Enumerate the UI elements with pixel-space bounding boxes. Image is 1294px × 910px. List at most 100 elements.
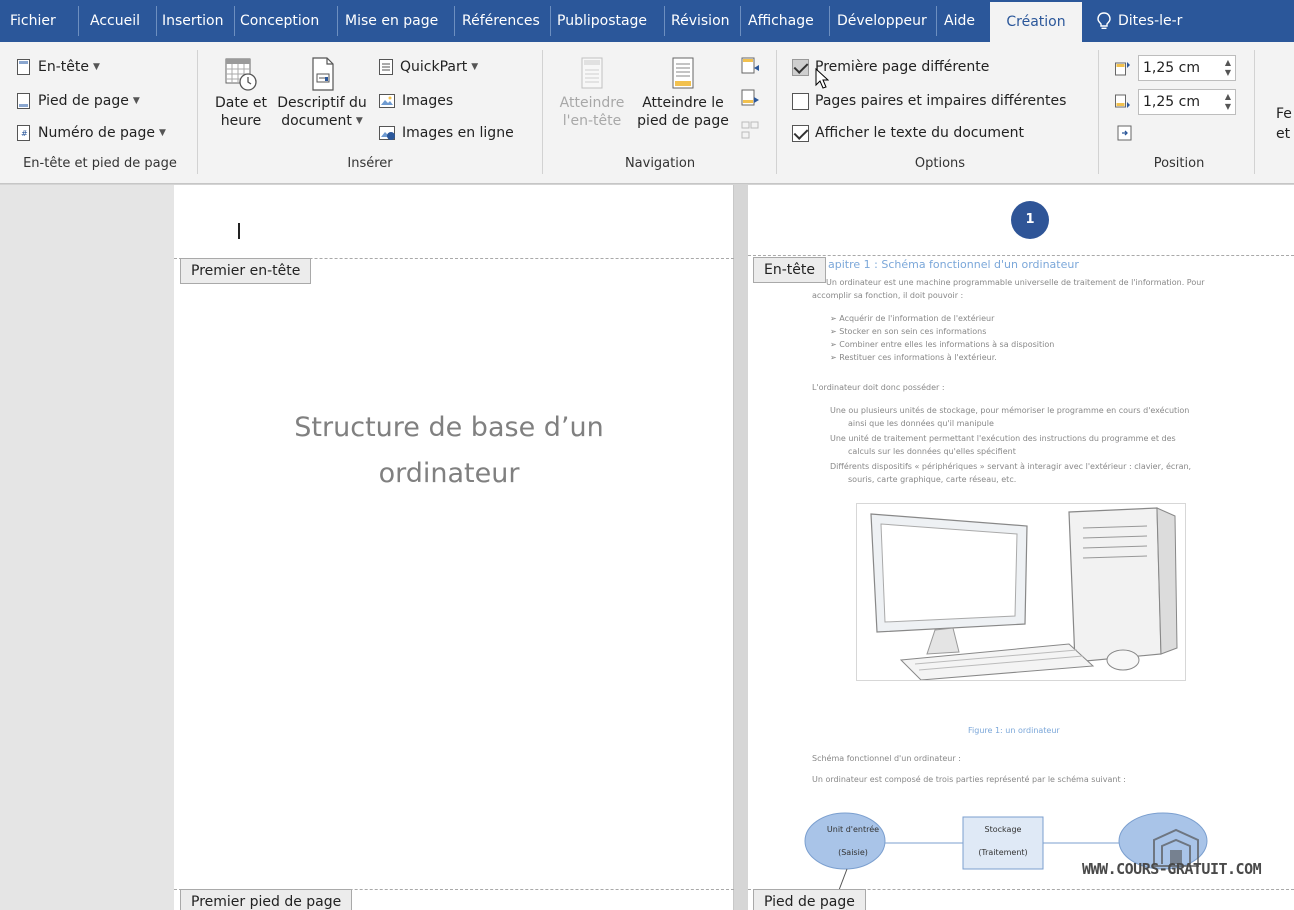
chevron-down-icon: ▼: [132, 96, 140, 106]
document-page-1[interactable]: Premier en-tête Structure de base d’un o…: [174, 185, 734, 910]
tab-separator: [740, 6, 741, 36]
goto-header-button[interactable]: Atteindre l'en-tête: [554, 56, 630, 130]
quickpart-label: QuickPart: [400, 59, 468, 75]
figure-caption: Figure 1: un ordinateur: [968, 726, 1060, 735]
tab-creation[interactable]: Création: [990, 2, 1082, 42]
group-label-navigation: Navigation: [624, 156, 696, 171]
tab-separator: [829, 6, 830, 36]
online-images-button[interactable]: Images en ligne: [378, 120, 514, 146]
group-label-options: Options: [914, 156, 966, 171]
spinner-arrows-icon[interactable]: ▲ ▼: [1225, 58, 1231, 78]
schema-title: Schéma fonctionnel d'un ordinateur :: [812, 754, 961, 763]
different-odd-even-checkbox[interactable]: Pages paires et impaires différentes: [792, 88, 1066, 114]
different-odd-even-label: Pages paires et impaires différentes: [815, 93, 1067, 109]
diagram-input-label-2: (Saisie): [838, 848, 868, 857]
online-images-label: Images en ligne: [402, 125, 514, 141]
insert-alignment-tab-icon[interactable]: [1116, 124, 1134, 142]
show-document-text-checkbox[interactable]: Afficher le texte du document: [792, 120, 1024, 146]
document-title[interactable]: Structure de base d’un ordinateur: [234, 405, 664, 497]
document-info-icon: [312, 57, 334, 91]
tab-affichage[interactable]: Affichage: [748, 0, 814, 42]
group-separator: [197, 50, 198, 174]
tab-accueil[interactable]: Accueil: [90, 0, 140, 42]
list-item: Stocker en son sein ces informations: [830, 325, 1054, 338]
checkbox-unchecked[interactable]: [792, 92, 809, 110]
tab-separator: [337, 6, 338, 36]
spinner-arrows-icon[interactable]: ▲ ▼: [1225, 92, 1231, 112]
chapter-heading: apitre 1 : Schéma fonctionnel d'un ordin…: [828, 258, 1079, 271]
document-info-button[interactable]: Descriptif du document ▼: [272, 56, 372, 130]
list2-line: Différents dispositifs « périphériques »…: [830, 462, 1192, 471]
page-number-button-label: Numéro de page: [38, 125, 155, 141]
tab-revision[interactable]: Révision: [671, 0, 730, 42]
tab-references[interactable]: Références: [462, 0, 540, 42]
date-time-label-1: Date et: [214, 95, 267, 111]
goto-footer-button[interactable]: Atteindre le pied de page: [630, 56, 736, 130]
footer-position-spinner[interactable]: 1,25 cm ▲ ▼: [1114, 88, 1236, 116]
close-partial-label-1: Fe: [1276, 106, 1292, 122]
goto-footer-icon: [672, 57, 694, 89]
goto-header-icon: [581, 57, 603, 89]
footer-button[interactable]: Pied de page ▼: [16, 88, 140, 114]
close-partial-label-2: et l: [1276, 126, 1294, 142]
tab-aide[interactable]: Aide: [944, 0, 975, 42]
header-position-input[interactable]: 1,25 cm ▲ ▼: [1138, 55, 1236, 81]
first-header-tag: Premier en-tête: [180, 258, 312, 284]
document-page-2[interactable]: 1 En-tête apitre 1 : Schéma fonctionnel …: [748, 185, 1294, 910]
images-label: Images: [402, 93, 454, 109]
mouse-pointer-icon: [815, 68, 829, 89]
online-image-icon: [379, 126, 395, 140]
document-info-label-1: Descriptif du: [277, 95, 367, 111]
tab-separator: [454, 6, 455, 36]
chevron-down-icon: ▼: [92, 62, 100, 72]
footer-position-input[interactable]: 1,25 cm ▲ ▼: [1138, 89, 1236, 115]
date-time-button[interactable]: Date et heure: [212, 56, 270, 130]
diagram-storage-label-2: (Traitement): [978, 848, 1028, 857]
calendar-clock-icon: [225, 58, 257, 91]
tab-mise-en-page[interactable]: Mise en page: [345, 0, 438, 42]
checkbox-checked[interactable]: [792, 58, 809, 76]
chevron-down-icon: ▼: [158, 128, 166, 138]
goto-footer-label-1: Atteindre le: [642, 95, 724, 111]
group-separator: [542, 50, 543, 174]
tab-insertion[interactable]: Insertion: [162, 0, 223, 42]
header-button[interactable]: En-tête ▼: [16, 54, 100, 80]
diagram-storage-label-1: Stockage: [984, 825, 1022, 834]
list-item: Combiner entre elles les informations à …: [830, 338, 1054, 351]
checkbox-checked[interactable]: [792, 124, 809, 142]
list2-line: Une unité de traitement permettant l'exé…: [830, 434, 1176, 443]
capabilities-list: Acquérir de l'information de l'extérieur…: [830, 312, 1054, 364]
header-boundary-line: [748, 255, 1294, 256]
list-item: Acquérir de l'information de l'extérieur: [830, 312, 1054, 325]
different-first-page-label: Première page différente: [815, 59, 990, 75]
footer-position-value: 1,25 cm: [1143, 94, 1200, 110]
tab-fichier[interactable]: Fichier: [10, 0, 56, 42]
header-position-spinner[interactable]: 1,25 cm ▲ ▼: [1114, 54, 1236, 82]
tab-publipostage[interactable]: Publipostage: [557, 0, 647, 42]
group-label-position: Position: [1153, 156, 1205, 171]
group-separator: [776, 50, 777, 174]
images-button[interactable]: Images: [378, 88, 453, 114]
quickpart-button[interactable]: QuickPart ▼: [378, 54, 478, 80]
computer-drawing: [870, 507, 1178, 681]
page-number-button[interactable]: # Numéro de page ▼: [16, 120, 166, 146]
tab-developpeur[interactable]: Développeur: [837, 0, 927, 42]
tell-me-search[interactable]: Dites-le-r: [1118, 0, 1182, 42]
show-document-text-label: Afficher le texte du document: [815, 125, 1024, 141]
intro-line-1: Un ordinateur est une machine programmab…: [826, 278, 1205, 287]
tab-separator: [234, 6, 235, 36]
computer-illustration: [856, 503, 1186, 681]
previous-section-icon[interactable]: [740, 56, 760, 76]
tab-separator: [664, 6, 665, 36]
next-section-icon[interactable]: [740, 88, 760, 108]
goto-header-label-2: l'en-tête: [562, 113, 622, 129]
footer-tag: Pied de page: [753, 889, 866, 910]
link-to-previous-icon[interactable]: [740, 120, 760, 140]
tab-conception[interactable]: Conception: [240, 0, 319, 42]
list2-line: Une ou plusieurs unités de stockage, pou…: [830, 406, 1190, 415]
tab-separator: [78, 6, 79, 36]
group-label-header-footer: En-tête et pied de page: [23, 156, 177, 171]
close-header-footer-button[interactable]: Fe et l: [1276, 104, 1294, 144]
ribbon-panel: En-tête ▼ Pied de page ▼ # Numéro de page ▼…: [0, 42, 1294, 184]
list-item: Restituer ces informations à l'extérieur…: [830, 351, 1054, 364]
